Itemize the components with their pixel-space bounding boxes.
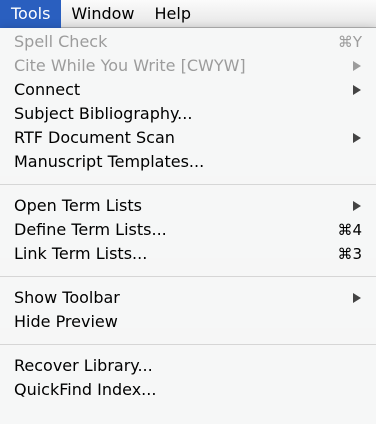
menu-item-show-toolbar[interactable]: Show Toolbar: [0, 286, 376, 310]
menu-item-label: QuickFind Index...: [14, 380, 157, 399]
submenu-arrow-icon: [353, 126, 363, 150]
menu-item-recover-library[interactable]: Recover Library...: [0, 354, 376, 378]
menu-item-open-term-lists[interactable]: Open Term Lists: [0, 194, 376, 218]
menu-item-label: Recover Library...: [14, 356, 153, 375]
menu-item-quickfind-index[interactable]: QuickFind Index...: [0, 378, 376, 402]
menu-item-label: Manuscript Templates...: [14, 152, 205, 171]
menu-item-label: Hide Preview: [14, 312, 118, 331]
menu-item-link-term-lists[interactable]: Link Term Lists... ⌘3: [0, 242, 376, 266]
menu-item-define-term-lists[interactable]: Define Term Lists... ⌘4: [0, 218, 376, 242]
submenu-arrow-icon: [353, 78, 363, 102]
menu-item-shortcut: ⌘Y: [337, 33, 362, 51]
menu-item-label: Link Term Lists...: [14, 244, 148, 263]
menu-separator: [0, 266, 376, 286]
menu-item-manuscript-templates[interactable]: Manuscript Templates...: [0, 150, 376, 174]
menu-separator: [0, 334, 376, 354]
menu-item-hide-preview[interactable]: Hide Preview: [0, 310, 376, 334]
menu-window[interactable]: Window: [61, 0, 144, 28]
submenu-arrow-icon: [353, 286, 363, 310]
menu-item-shortcut: ⌘3: [337, 245, 362, 263]
submenu-arrow-icon: [353, 54, 363, 78]
menu-item-subject-bibliography[interactable]: Subject Bibliography...: [0, 102, 376, 126]
menu-item-label: Connect: [14, 80, 81, 99]
menu-bar: Tools Window Help: [0, 0, 376, 28]
menu-tools[interactable]: Tools: [0, 0, 62, 28]
menu-item-spell-check: Spell Check ⌘Y: [0, 30, 376, 54]
menu-item-connect[interactable]: Connect: [0, 78, 376, 102]
tools-dropdown-menu: Spell Check ⌘Y Cite While You Write [CWY…: [0, 28, 376, 424]
menu-item-label: Spell Check: [14, 32, 108, 51]
menu-item-shortcut: ⌘4: [337, 221, 362, 239]
menu-item-label: Show Toolbar: [14, 288, 120, 307]
menu-item-cite-while-you-write: Cite While You Write [CWYW]: [0, 54, 376, 78]
menu-separator: [0, 174, 376, 194]
menu-item-label: Define Term Lists...: [14, 220, 167, 239]
submenu-arrow-icon: [353, 194, 363, 218]
menu-item-label: Cite While You Write [CWYW]: [14, 56, 246, 75]
menu-item-label: RTF Document Scan: [14, 128, 175, 147]
menu-item-label: Subject Bibliography...: [14, 104, 193, 123]
menu-help[interactable]: Help: [145, 0, 201, 28]
menu-item-rtf-document-scan[interactable]: RTF Document Scan: [0, 126, 376, 150]
menu-item-label: Open Term Lists: [14, 196, 142, 215]
